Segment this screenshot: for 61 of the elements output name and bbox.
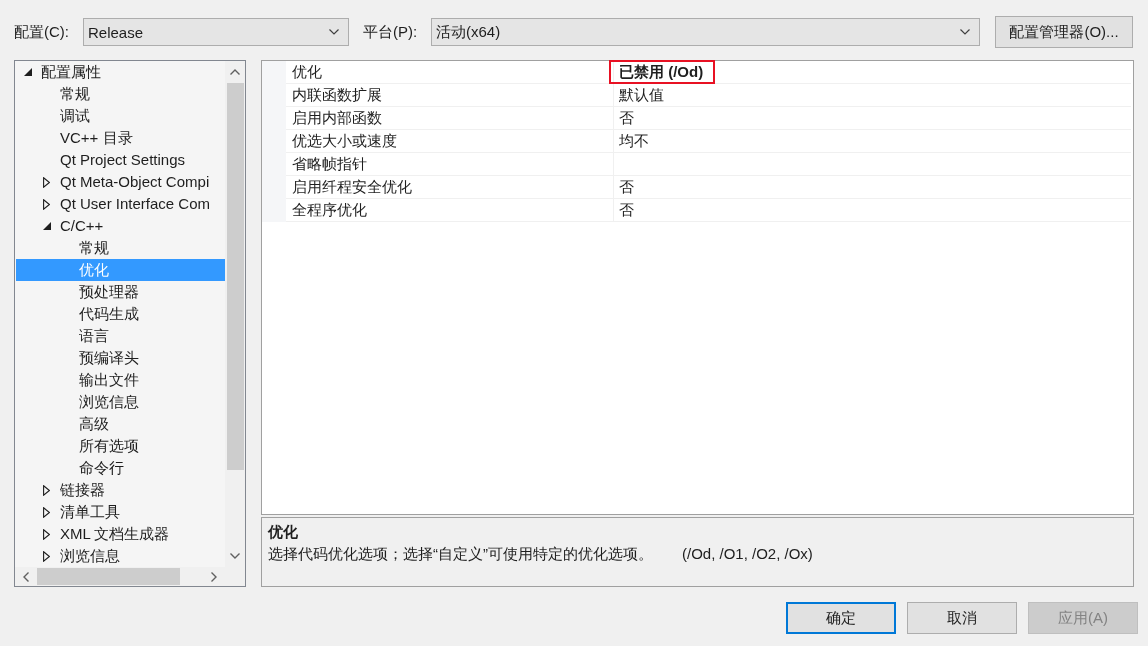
tree-item[interactable]: 链接器	[16, 479, 225, 501]
scrollbar-thumb[interactable]	[226, 83, 244, 470]
property-value[interactable]: 均不	[619, 131, 649, 151]
property-value[interactable]: 否	[619, 200, 634, 220]
tree-item[interactable]: Qt Project Settings	[16, 149, 225, 171]
tree-item[interactable]: 调试	[16, 105, 225, 127]
property-value[interactable]: 默认值	[619, 85, 664, 105]
triangle-icon[interactable]	[43, 222, 51, 230]
triangle-outline-icon[interactable]	[43, 484, 50, 496]
description-text: 选择代码优化选项；选择“自定义”可使用特定的优化选项。	[268, 544, 653, 564]
configuration-manager-button[interactable]: 配置管理器(O)...	[995, 16, 1133, 48]
tree-item[interactable]: Qt Meta-Object Compi	[16, 171, 225, 193]
field-label: 配置(C):	[14, 22, 70, 42]
property-value[interactable]: 已禁用 (/Od)	[609, 60, 716, 84]
tree-item[interactable]: XML 文档生成器	[16, 523, 225, 545]
triangle-outline-icon[interactable]	[43, 198, 50, 210]
tree-item[interactable]: 清单工具	[16, 501, 225, 523]
triangle-outline-icon[interactable]	[43, 506, 50, 518]
property-name: 内联函数扩展	[292, 85, 382, 105]
tree-item[interactable]: 高级	[16, 413, 225, 435]
tree-item[interactable]: 命令行	[16, 457, 225, 479]
chevron-down-icon[interactable]	[230, 553, 240, 559]
chevron-up-icon[interactable]	[230, 69, 240, 75]
property-name: 优化	[292, 62, 322, 82]
property-value[interactable]: 否	[619, 108, 634, 128]
triangle-outline-icon[interactable]	[43, 550, 50, 562]
chevron-down-icon[interactable]	[329, 29, 339, 35]
property-name: 省略帧指针	[292, 154, 367, 174]
triangle-icon[interactable]	[24, 68, 32, 76]
tree-item[interactable]: 所有选项	[16, 435, 225, 457]
field-label: 平台(P):	[363, 22, 419, 42]
tree-item[interactable]: 浏览信息	[16, 545, 225, 567]
tree-item[interactable]: 配置属性	[16, 61, 225, 83]
dialog-button[interactable]: 取消	[907, 602, 1017, 634]
chevron-right-icon[interactable]	[211, 571, 217, 582]
tree-item[interactable]: Qt User Interface Com	[16, 193, 225, 215]
description-switches: (/Od, /O1, /O2, /Ox)	[682, 544, 813, 564]
tree-item[interactable]: 预编译头	[16, 347, 225, 369]
scrollbar-thumb[interactable]	[37, 568, 180, 585]
description-title: 优化	[268, 522, 298, 542]
property-name: 启用内部函数	[292, 108, 382, 128]
dialog-button[interactable]: 确定	[786, 602, 896, 634]
tree-item[interactable]: VC++ 目录	[16, 127, 225, 149]
tree-item[interactable]: 输出文件	[16, 369, 225, 391]
chevron-left-icon[interactable]	[23, 571, 29, 582]
tree-item[interactable]: 预处理器	[16, 281, 225, 303]
triangle-outline-icon[interactable]	[43, 528, 50, 540]
platform-dropdown[interactable]: 活动(x64)	[431, 18, 980, 46]
chevron-down-icon[interactable]	[960, 29, 970, 35]
property-value[interactable]: 否	[619, 177, 634, 197]
tree-item[interactable]: 语言	[16, 325, 225, 347]
property-name: 优选大小或速度	[292, 131, 397, 151]
tree-item[interactable]: 常规	[16, 237, 225, 259]
property-name: 启用纤程安全优化	[292, 177, 412, 197]
configuration-dropdown[interactable]: Release	[83, 18, 349, 46]
tree-item[interactable]: 常规	[16, 83, 225, 105]
tree-item[interactable]: 浏览信息	[16, 391, 225, 413]
triangle-outline-icon[interactable]	[43, 176, 50, 188]
tree-item[interactable]: 代码生成	[16, 303, 225, 325]
tree-item[interactable]: C/C++	[16, 215, 225, 237]
property-name: 全程序优化	[292, 200, 367, 220]
